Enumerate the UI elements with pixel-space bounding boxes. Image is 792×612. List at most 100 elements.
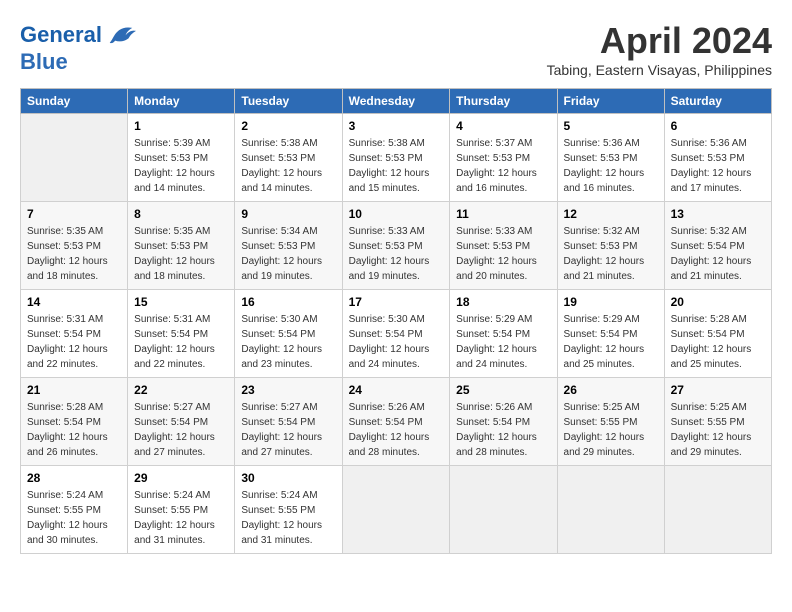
calendar-cell: 9Sunrise: 5:34 AMSunset: 5:53 PMDaylight… [235, 202, 342, 290]
calendar-cell: 4 Sunrise: 5:37 AMSunset: 5:53 PMDaylight… [450, 114, 557, 202]
day-info: Sunrise: 5:36 AMSunset: 5:53 PMDaylight:… [564, 136, 658, 196]
day-info: Sunrise: 5:33 AMSunset: 5:53 PMDaylight:… [349, 224, 444, 284]
page-header: General Blue April 2024 Tabing, Eastern … [20, 20, 772, 78]
calendar-cell: 18Sunrise: 5:29 AMSunset: 5:54 PMDayligh… [450, 290, 557, 378]
day-info: Sunrise: 5:26 AMSunset: 5:54 PMDaylight:… [349, 400, 444, 460]
day-number: 9 [241, 207, 335, 221]
day-number: 21 [27, 383, 121, 397]
day-number: 19 [564, 295, 658, 309]
calendar-cell [664, 466, 771, 554]
day-info: Sunrise: 5:38 AMSunset: 5:53 PMDaylight:… [241, 136, 335, 196]
calendar-cell: 29 Sunrise: 5:24 AMSunset: 5:55 PMDayligh… [128, 466, 235, 554]
day-info: Sunrise: 5:38 AMSunset: 5:53 PMDaylight:… [349, 136, 444, 196]
day-info: Sunrise: 5:39 AMSunset: 5:53 PMDaylight:… [134, 136, 228, 196]
calendar-cell: 17 Sunrise: 5:30 AMSunset: 5:54 PMDayligh… [342, 290, 450, 378]
calendar-cell: 15 Sunrise: 5:31 AMSunset: 5:54 PMDayligh… [128, 290, 235, 378]
day-number: 22 [134, 383, 228, 397]
column-header-tuesday: Tuesday [235, 89, 342, 114]
day-info: Sunrise: 5:29 AMSunset: 5:54 PMDaylight:… [564, 312, 658, 372]
day-number: 26 [564, 383, 658, 397]
day-info: Sunrise: 5:30 AMSunset: 5:54 PMDaylight:… [241, 312, 335, 372]
location-title: Tabing, Eastern Visayas, Philippines [547, 62, 772, 78]
logo-blue-text: Blue [20, 50, 136, 74]
day-info: Sunrise: 5:27 AMSunset: 5:54 PMDaylight:… [241, 400, 335, 460]
calendar-cell [21, 114, 128, 202]
calendar-cell: 2 Sunrise: 5:38 AMSunset: 5:53 PMDaylight… [235, 114, 342, 202]
calendar-cell: 25 Sunrise: 5:26 AMSunset: 5:54 PMDayligh… [450, 378, 557, 466]
calendar-week-row: 1 Sunrise: 5:39 AMSunset: 5:53 PMDaylight… [21, 114, 772, 202]
calendar-cell: 24 Sunrise: 5:26 AMSunset: 5:54 PMDayligh… [342, 378, 450, 466]
day-info: Sunrise: 5:30 AMSunset: 5:54 PMDaylight:… [349, 312, 444, 372]
logo-bird-icon [106, 20, 136, 50]
day-number: 30 [241, 471, 335, 485]
calendar-cell: 22 Sunrise: 5:27 AMSunset: 5:54 PMDayligh… [128, 378, 235, 466]
calendar-cell: 30 Sunrise: 5:24 AMSunset: 5:55 PMDayligh… [235, 466, 342, 554]
day-info: Sunrise: 5:31 AMSunset: 5:54 PMDaylight:… [134, 312, 228, 372]
day-number: 3 [349, 119, 444, 133]
day-info: Sunrise: 5:33 AMSunset: 5:53 PMDaylight:… [456, 224, 550, 284]
title-block: April 2024 Tabing, Eastern Visayas, Phil… [547, 20, 772, 78]
day-info: Sunrise: 5:24 AMSunset: 5:55 PMDaylight:… [27, 488, 121, 548]
calendar-cell: 19 Sunrise: 5:29 AMSunset: 5:54 PMDayligh… [557, 290, 664, 378]
day-number: 1 [134, 119, 228, 133]
calendar-cell: 7Sunrise: 5:35 AMSunset: 5:53 PMDaylight… [21, 202, 128, 290]
calendar-cell: 21 Sunrise: 5:28 AMSunset: 5:54 PMDayligh… [21, 378, 128, 466]
day-number: 25 [456, 383, 550, 397]
day-number: 4 [456, 119, 550, 133]
calendar-cell: 13 Sunrise: 5:32 AMSunset: 5:54 PMDayligh… [664, 202, 771, 290]
calendar-cell: 11 Sunrise: 5:33 AMSunset: 5:53 PMDayligh… [450, 202, 557, 290]
day-number: 28 [27, 471, 121, 485]
day-info: Sunrise: 5:35 AMSunset: 5:53 PMDaylight:… [27, 224, 121, 284]
day-number: 13 [671, 207, 765, 221]
day-info: Sunrise: 5:28 AMSunset: 5:54 PMDaylight:… [27, 400, 121, 460]
calendar-cell: 8Sunrise: 5:35 AMSunset: 5:53 PMDaylight… [128, 202, 235, 290]
day-number: 27 [671, 383, 765, 397]
calendar-cell: 3 Sunrise: 5:38 AMSunset: 5:53 PMDaylight… [342, 114, 450, 202]
column-header-sunday: Sunday [21, 89, 128, 114]
calendar-cell: 26 Sunrise: 5:25 AMSunset: 5:55 PMDayligh… [557, 378, 664, 466]
calendar-table: SundayMondayTuesdayWednesdayThursdayFrid… [20, 88, 772, 554]
column-header-friday: Friday [557, 89, 664, 114]
day-info: Sunrise: 5:24 AMSunset: 5:55 PMDaylight:… [134, 488, 228, 548]
day-number: 8 [134, 207, 228, 221]
day-info: Sunrise: 5:36 AMSunset: 5:53 PMDaylight:… [671, 136, 765, 196]
day-info: Sunrise: 5:28 AMSunset: 5:54 PMDaylight:… [671, 312, 765, 372]
calendar-week-row: 28 Sunrise: 5:24 AMSunset: 5:55 PMDayligh… [21, 466, 772, 554]
calendar-cell: 16Sunrise: 5:30 AMSunset: 5:54 PMDayligh… [235, 290, 342, 378]
day-number: 20 [671, 295, 765, 309]
day-number: 14 [27, 295, 121, 309]
calendar-cell: 1 Sunrise: 5:39 AMSunset: 5:53 PMDaylight… [128, 114, 235, 202]
calendar-week-row: 7Sunrise: 5:35 AMSunset: 5:53 PMDaylight… [21, 202, 772, 290]
calendar-cell: 14 Sunrise: 5:31 AMSunset: 5:54 PMDayligh… [21, 290, 128, 378]
day-info: Sunrise: 5:25 AMSunset: 5:55 PMDaylight:… [671, 400, 765, 460]
day-number: 11 [456, 207, 550, 221]
calendar-cell: 23 Sunrise: 5:27 AMSunset: 5:54 PMDayligh… [235, 378, 342, 466]
day-number: 24 [349, 383, 444, 397]
day-number: 2 [241, 119, 335, 133]
day-number: 15 [134, 295, 228, 309]
day-info: Sunrise: 5:31 AMSunset: 5:54 PMDaylight:… [27, 312, 121, 372]
month-title: April 2024 [547, 20, 772, 62]
day-number: 5 [564, 119, 658, 133]
column-header-saturday: Saturday [664, 89, 771, 114]
calendar-cell: 5 Sunrise: 5:36 AMSunset: 5:53 PMDaylight… [557, 114, 664, 202]
calendar-week-row: 14 Sunrise: 5:31 AMSunset: 5:54 PMDayligh… [21, 290, 772, 378]
calendar-week-row: 21 Sunrise: 5:28 AMSunset: 5:54 PMDayligh… [21, 378, 772, 466]
calendar-cell [557, 466, 664, 554]
day-info: Sunrise: 5:24 AMSunset: 5:55 PMDaylight:… [241, 488, 335, 548]
calendar-header-row: SundayMondayTuesdayWednesdayThursdayFrid… [21, 89, 772, 114]
calendar-cell [450, 466, 557, 554]
day-number: 17 [349, 295, 444, 309]
day-info: Sunrise: 5:37 AMSunset: 5:53 PMDaylight:… [456, 136, 550, 196]
day-info: Sunrise: 5:25 AMSunset: 5:55 PMDaylight:… [564, 400, 658, 460]
day-info: Sunrise: 5:32 AMSunset: 5:54 PMDaylight:… [671, 224, 765, 284]
calendar-cell: 12Sunrise: 5:32 AMSunset: 5:53 PMDayligh… [557, 202, 664, 290]
day-info: Sunrise: 5:26 AMSunset: 5:54 PMDaylight:… [456, 400, 550, 460]
calendar-cell [342, 466, 450, 554]
day-number: 23 [241, 383, 335, 397]
day-number: 6 [671, 119, 765, 133]
calendar-cell: 27 Sunrise: 5:25 AMSunset: 5:55 PMDayligh… [664, 378, 771, 466]
day-number: 29 [134, 471, 228, 485]
day-number: 12 [564, 207, 658, 221]
day-info: Sunrise: 5:27 AMSunset: 5:54 PMDaylight:… [134, 400, 228, 460]
